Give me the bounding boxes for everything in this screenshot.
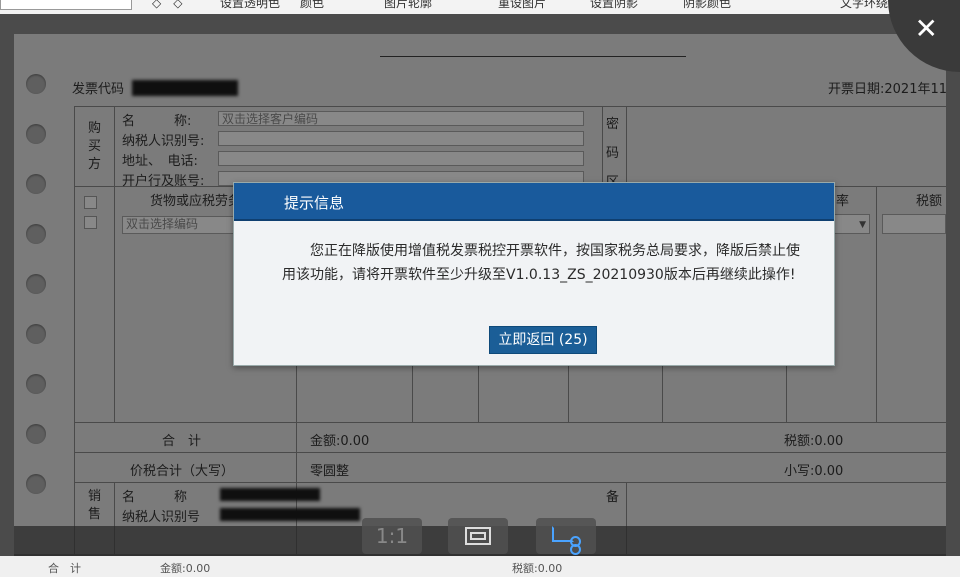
amount-in-words: 零圆整 (310, 464, 350, 479)
ribbon-toolbar: ◇ ◇ 设置透明色 颜色 图片轮廓 重设图片 设置阴影 阴影颜色 文字环绕 旋转 (0, 0, 960, 15)
text-wrap-button[interactable]: 文字环绕 (840, 0, 888, 11)
under-amount: 金额:0.00 (160, 562, 211, 575)
dialog-message: 您正在降版使用增值税发票税控开票软件，按国家税务总局要求，降版后禁止使用该功能，… (282, 243, 800, 283)
tax-total: 税额:0.00 (784, 434, 844, 449)
table-line (114, 186, 115, 422)
select-checkbox[interactable] (84, 196, 97, 209)
remark-label: 备 (606, 490, 620, 505)
close-icon: ✕ (914, 12, 938, 45)
return-now-button[interactable]: 立即返回 (25) (489, 326, 597, 354)
underlying-document-strip: 合 计 金额:0.00 税额:0.00 (0, 556, 960, 577)
table-line (602, 106, 603, 186)
small-total: 小写:0.00 (784, 464, 844, 479)
set-shadow-button[interactable]: 设置阴影 (590, 0, 638, 11)
dialog-title: 提示信息 (284, 194, 345, 212)
table-line (74, 422, 946, 423)
shadow-color-button[interactable]: 阴影颜色 (683, 0, 731, 11)
seller-label: 销售 (88, 489, 102, 522)
issue-date: 开票日期:2021年11 (828, 82, 946, 97)
fit-screen-icon (465, 527, 491, 545)
table-line (74, 106, 75, 554)
seller-name-label: 名 称 (122, 490, 188, 505)
binder-hole (26, 274, 46, 294)
bank-label: 开户行及账号: (122, 174, 205, 189)
taxpayer-id-label: 纳税人识别号: (122, 134, 205, 149)
invoice-code-label: 发票代码 (72, 82, 125, 97)
seller-taxpayer-label: 纳税人识别号 (122, 510, 201, 525)
set-transparent-button[interactable]: 设置透明色 (220, 0, 280, 11)
actual-size-button[interactable]: 1:1 (362, 518, 422, 554)
color-button[interactable]: 颜色 (300, 0, 324, 11)
binder-hole (26, 474, 46, 494)
redacted-seller-name (220, 488, 320, 501)
goods-code-input[interactable]: 双击选择编码 (122, 216, 242, 234)
amount-total: 金额:0.00 (310, 434, 370, 449)
table-line (114, 106, 115, 186)
price-tax-total-label: 价税合计（大写） (130, 464, 235, 479)
binder-hole (26, 374, 46, 394)
binder-hole (26, 124, 46, 144)
binder-hole (26, 424, 46, 444)
binder-hole (26, 74, 46, 94)
ribbon-input[interactable] (0, 0, 132, 10)
redacted-code (132, 80, 238, 96)
tax-amount-input[interactable] (882, 214, 946, 234)
reset-picture-button[interactable]: 重设图片 (498, 0, 546, 11)
table-line (74, 482, 946, 483)
address-label: 地址、 电话: (122, 154, 198, 169)
redacted-seller-id (220, 508, 360, 521)
scissors-icon-part (570, 544, 581, 555)
table-line (626, 106, 627, 186)
under-total-label: 合 计 (48, 562, 81, 575)
buyer-name-label: 名 称: (122, 114, 192, 129)
under-tax: 税额:0.00 (512, 562, 563, 575)
prompt-dialog: 提示信息 您正在降版使用增值税发票税控开票软件，按国家税务总局要求，降版后禁止使… (233, 182, 835, 366)
dialog-header: 提示信息 (234, 183, 834, 221)
binder-hole (26, 174, 46, 194)
buyer-name-input[interactable]: 双击选择客户编码 (218, 111, 584, 126)
address-input[interactable] (218, 151, 584, 166)
picture-outline-button[interactable]: 图片轮廓 (384, 0, 432, 11)
table-line (74, 452, 946, 453)
binder-hole (26, 324, 46, 344)
fit-screen-button[interactable] (448, 518, 508, 554)
title-underline (380, 56, 686, 57)
row-checkbox[interactable] (84, 216, 97, 229)
total-label: 合 计 (162, 434, 202, 449)
binder-hole (26, 224, 46, 244)
taxpayer-id-input[interactable] (218, 131, 584, 146)
ribbon-icons[interactable]: ◇ ◇ (152, 0, 182, 11)
table-line (74, 106, 946, 107)
goods-header: 货物或应税劳务 (150, 194, 242, 209)
screenshot-crop-button[interactable] (536, 518, 596, 555)
buyer-label: 购买方 (88, 121, 102, 172)
rate-header: 率 (836, 194, 850, 209)
table-line (876, 186, 877, 422)
tax-header: 税额 (916, 194, 943, 209)
